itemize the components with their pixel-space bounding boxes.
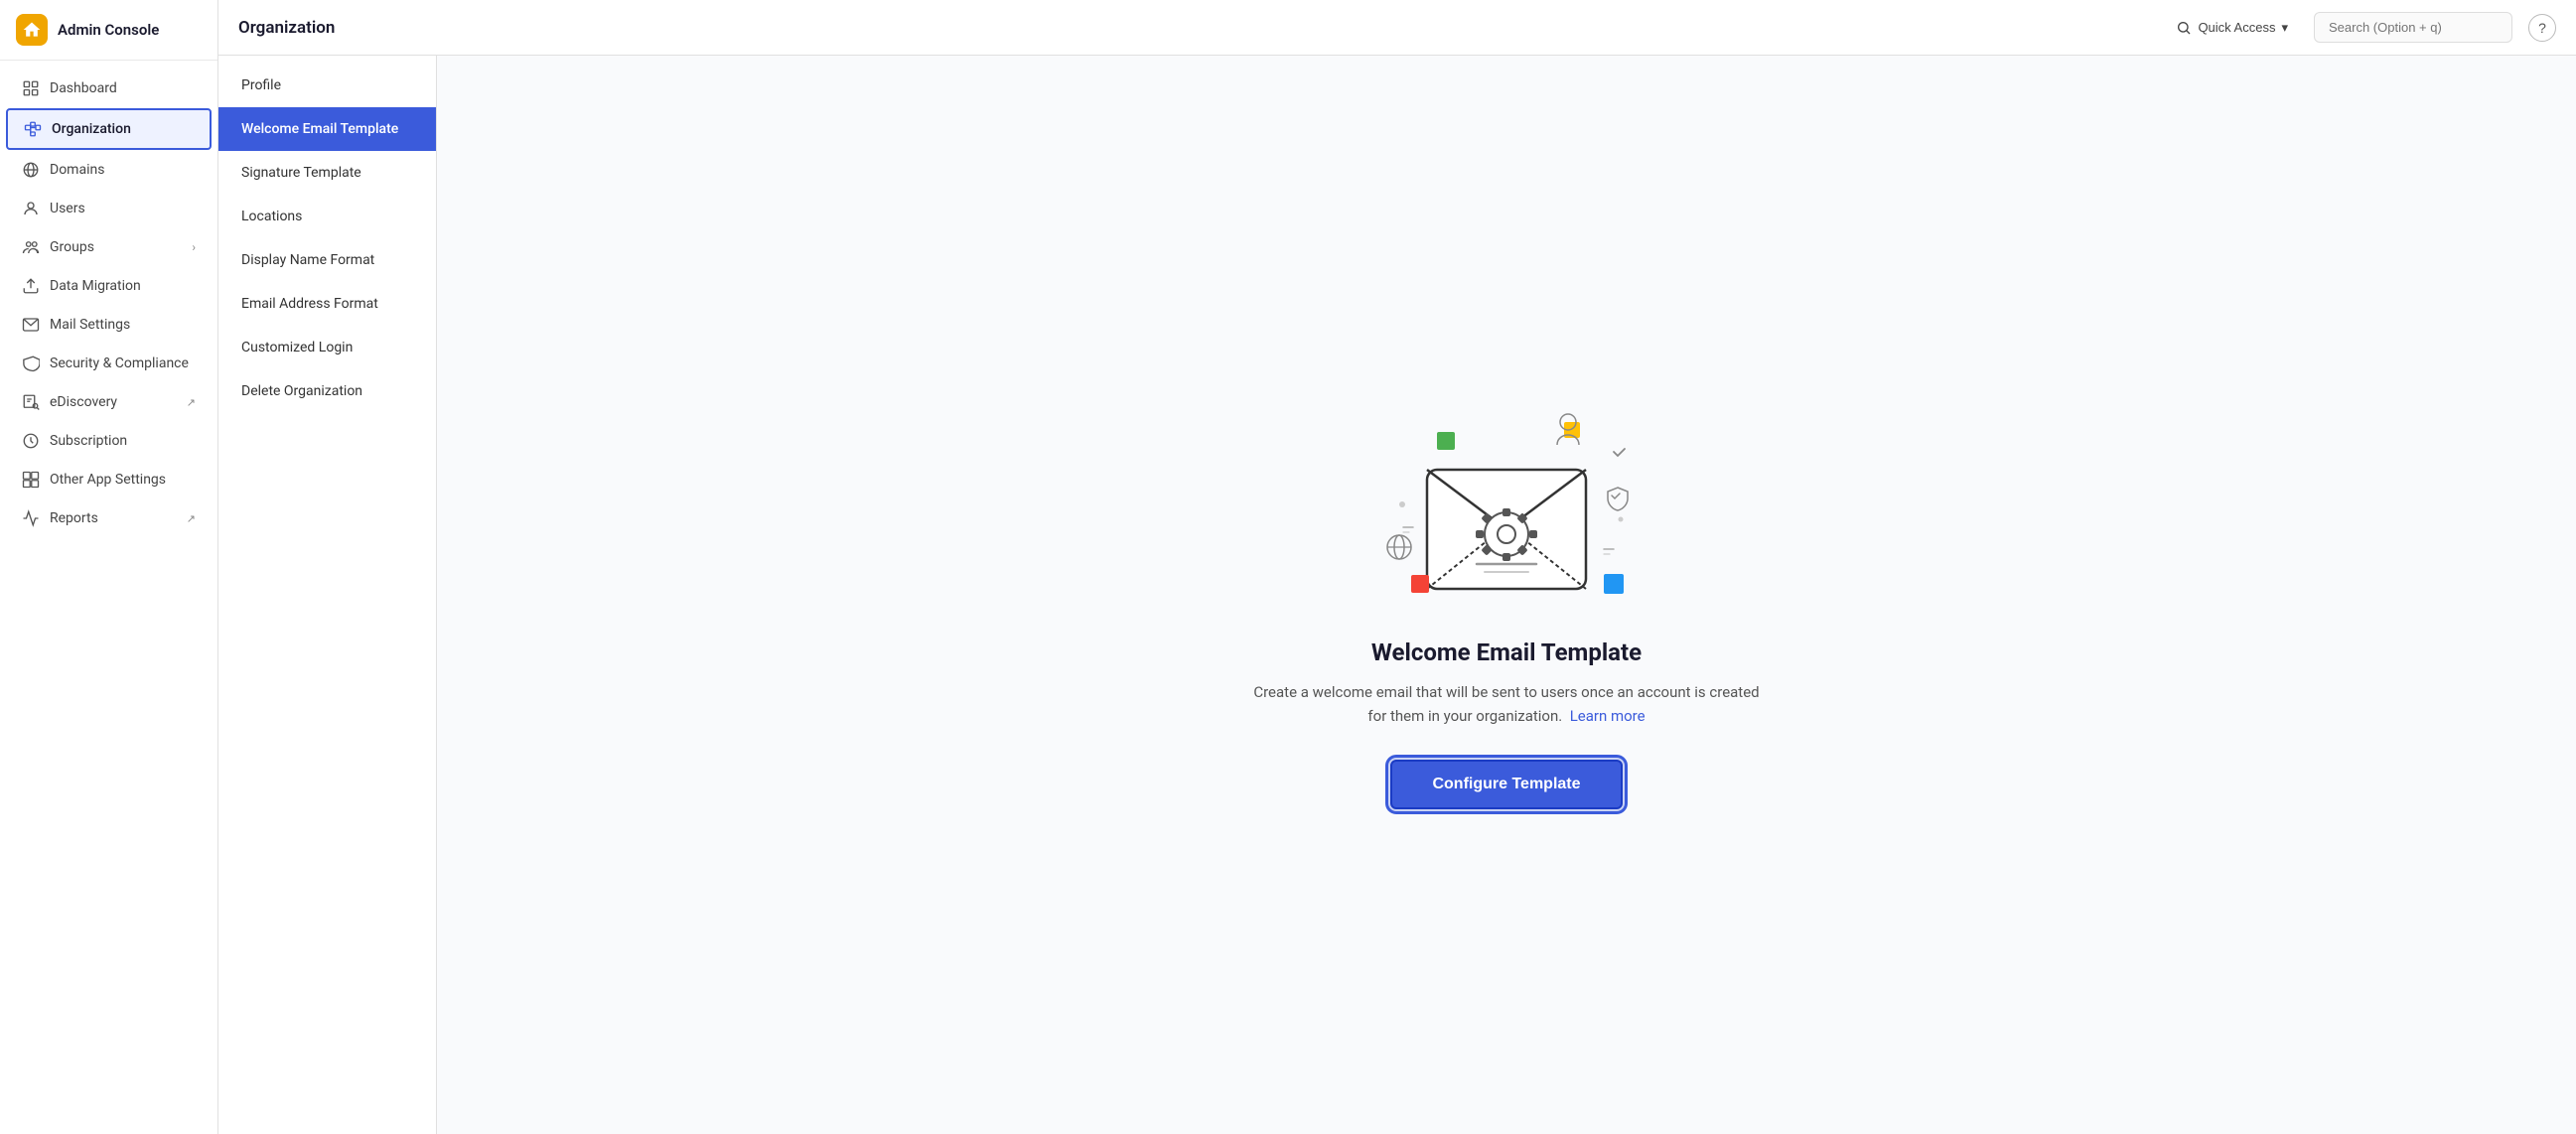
submenu-item-customized-login[interactable]: Customized Login bbox=[218, 326, 436, 369]
quick-access-button[interactable]: Quick Access ▾ bbox=[2166, 14, 2298, 42]
sidebar-label-organization: Organization bbox=[52, 121, 131, 137]
submenu-item-delete-org[interactable]: Delete Organization bbox=[218, 369, 436, 413]
page-main-content: Welcome Email Template Create a welcome … bbox=[437, 56, 2576, 1134]
sidebar-item-other-app-settings[interactable]: Other App Settings bbox=[6, 461, 212, 498]
sidebar-label-reports: Reports bbox=[50, 510, 98, 526]
main-area: Organization Quick Access ▾ ? Profile We… bbox=[218, 0, 2576, 1134]
sidebar: Admin Console Dashboard Organization Dom… bbox=[0, 0, 218, 1134]
chevron-right-icon: › bbox=[192, 240, 196, 254]
external-link-icon: ↗ bbox=[187, 396, 196, 409]
page-description: Create a welcome email that will be sent… bbox=[1248, 680, 1765, 728]
sidebar-item-ediscovery[interactable]: eDiscovery ↗ bbox=[6, 383, 212, 421]
sidebar-label-mail-settings: Mail Settings bbox=[50, 317, 130, 333]
quick-access-label: Quick Access bbox=[2198, 20, 2275, 35]
page-title: Organization bbox=[238, 18, 2150, 38]
submenu-item-locations[interactable]: Locations bbox=[218, 195, 436, 238]
page-heading: Welcome Email Template bbox=[1371, 638, 1642, 666]
submenu-item-profile[interactable]: Profile bbox=[218, 64, 436, 107]
sidebar-label-ediscovery: eDiscovery bbox=[50, 394, 117, 410]
dropdown-arrow-icon: ▾ bbox=[2281, 20, 2288, 36]
submenu-item-welcome-email[interactable]: Welcome Email Template bbox=[218, 107, 436, 151]
sidebar-label-other-app-settings: Other App Settings bbox=[50, 472, 166, 488]
sidebar-header: Admin Console bbox=[0, 0, 217, 61]
submenu-item-display-name[interactable]: Display Name Format bbox=[218, 238, 436, 282]
search-input[interactable] bbox=[2314, 12, 2512, 43]
sidebar-item-domains[interactable]: Domains bbox=[6, 151, 212, 189]
app-title: Admin Console bbox=[58, 21, 159, 39]
sidebar-item-security[interactable]: Security & Compliance bbox=[6, 345, 212, 382]
sidebar-item-dashboard[interactable]: Dashboard bbox=[6, 70, 212, 107]
page-description-text: Create a welcome email that will be sent… bbox=[1253, 683, 1759, 725]
configure-template-button[interactable]: Configure Template bbox=[1390, 760, 1622, 809]
sidebar-item-organization[interactable]: Organization bbox=[6, 108, 212, 150]
sidebar-label-groups: Groups bbox=[50, 239, 94, 255]
welcome-email-illustration bbox=[1348, 380, 1665, 638]
search-icon bbox=[2176, 20, 2192, 36]
sidebar-item-groups[interactable]: Groups › bbox=[6, 228, 212, 266]
sidebar-label-dashboard: Dashboard bbox=[50, 80, 117, 96]
sidebar-label-subscription: Subscription bbox=[50, 433, 127, 449]
sidebar-item-mail-settings[interactable]: Mail Settings bbox=[6, 306, 212, 344]
submenu-item-signature-template[interactable]: Signature Template bbox=[218, 151, 436, 195]
learn-more-link[interactable]: Learn more bbox=[1570, 707, 1646, 725]
submenu: Profile Welcome Email Template Signature… bbox=[218, 56, 437, 1134]
sidebar-item-data-migration[interactable]: Data Migration bbox=[6, 267, 212, 305]
submenu-item-email-address[interactable]: Email Address Format bbox=[218, 282, 436, 326]
sidebar-label-domains: Domains bbox=[50, 162, 104, 178]
content-area: Profile Welcome Email Template Signature… bbox=[218, 56, 2576, 1134]
sidebar-item-reports[interactable]: Reports ↗ bbox=[6, 499, 212, 537]
sidebar-nav: Dashboard Organization Domains Users Gro… bbox=[0, 61, 217, 1134]
help-button[interactable]: ? bbox=[2528, 14, 2556, 42]
external-link-icon-reports: ↗ bbox=[187, 512, 196, 525]
sidebar-label-data-migration: Data Migration bbox=[50, 278, 141, 294]
app-logo bbox=[16, 14, 48, 46]
sidebar-label-users: Users bbox=[50, 201, 85, 216]
sidebar-item-users[interactable]: Users bbox=[6, 190, 212, 227]
sidebar-item-subscription[interactable]: Subscription bbox=[6, 422, 212, 460]
topbar: Organization Quick Access ▾ ? bbox=[218, 0, 2576, 56]
sidebar-label-security: Security & Compliance bbox=[50, 355, 189, 371]
